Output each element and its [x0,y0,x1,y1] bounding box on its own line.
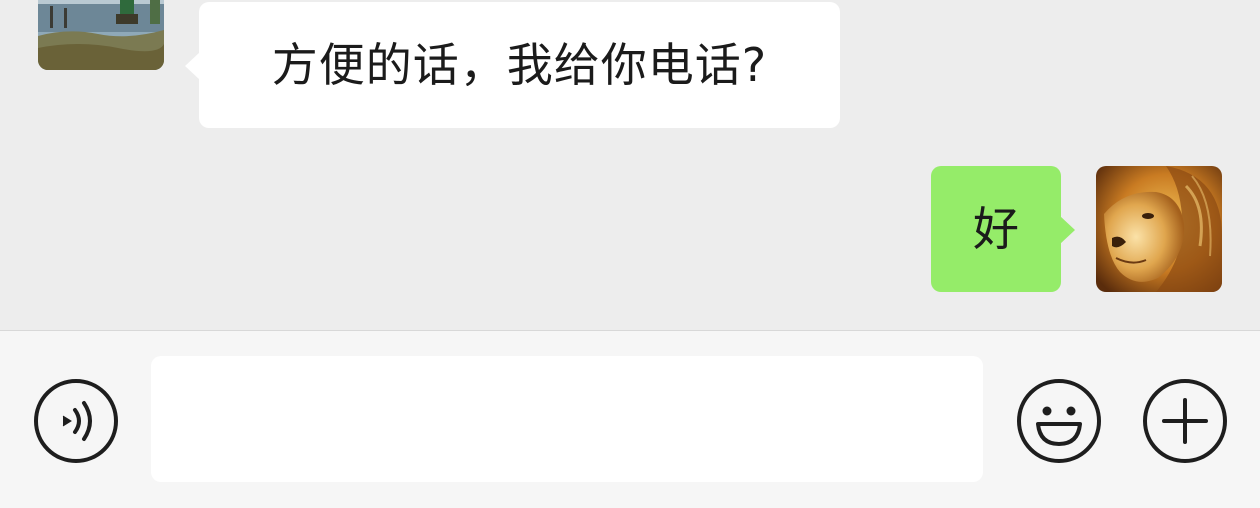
voice-input-button[interactable] [33,378,119,464]
contact-avatar[interactable] [38,0,164,70]
self-avatar[interactable] [1096,166,1222,292]
more-options-button[interactable] [1142,378,1228,464]
landscape-photo-avatar [38,0,164,70]
outgoing-message-bubble[interactable]: 好 [931,166,1075,292]
message-input[interactable] [151,356,983,482]
chat-input-bar [0,330,1260,508]
lion-photo-avatar [1096,166,1222,292]
voice-icon [34,379,118,463]
emoji-icon [1017,379,1101,463]
incoming-message-bubble[interactable]: 方便的话，我给你电话? [185,2,840,128]
incoming-message-text: 方便的话，我给你电话? [271,38,768,92]
chat-message-list[interactable]: 方便的话，我给你电话? 好 [0,0,1260,330]
outgoing-message-text: 好 [973,202,1019,256]
plus-icon [1143,379,1227,463]
emoji-button[interactable] [1016,378,1102,464]
